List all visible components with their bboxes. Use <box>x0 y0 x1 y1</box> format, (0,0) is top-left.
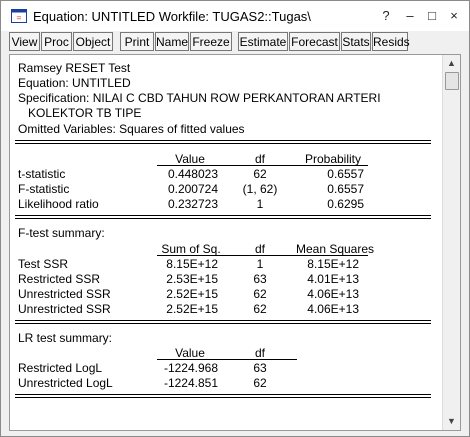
equation-name: Equation: UNTITLED <box>18 76 131 90</box>
maximize-button[interactable]: □ <box>423 6 441 26</box>
proc-button[interactable]: Proc <box>41 32 72 51</box>
cell-df: (1, 62) <box>242 182 278 196</box>
vertical-scrollbar[interactable]: ▲ ▼ <box>442 55 460 430</box>
cell-value: -1224.851 <box>163 376 218 390</box>
cell-probability: 0.6295 <box>327 197 364 211</box>
col-header-sum-sq: Sum of Sq. <box>161 242 221 256</box>
separator <box>15 394 431 398</box>
row-label: Test SSR <box>18 257 69 271</box>
lrtest-title: LR test summary: <box>18 331 113 345</box>
cell-mean-squares: 4.06E+13 <box>307 287 359 301</box>
cell-sum-sq: 2.52E+15 <box>166 287 218 301</box>
header-underline <box>157 359 297 360</box>
header-underline <box>157 165 368 166</box>
omitted-variables: Omitted Variables: Squares of fitted val… <box>18 122 245 136</box>
cell-value: 0.232723 <box>167 197 218 211</box>
resids-button[interactable]: Resids <box>372 32 410 51</box>
col-header-df: df <box>254 152 265 166</box>
freeze-button[interactable]: Freeze <box>190 32 232 51</box>
object-button[interactable]: Object <box>73 32 113 51</box>
scroll-up-arrow-icon[interactable]: ▲ <box>444 56 459 71</box>
specification-line: Specification: NILAI C CBD TAHUN ROW PER… <box>18 91 381 105</box>
cell-mean-squares: 8.15E+12 <box>307 257 359 271</box>
minimize-button[interactable]: – <box>401 6 419 26</box>
col-header-df: df <box>254 242 265 256</box>
cell-df: 62 <box>253 376 267 390</box>
col-header-df: df <box>254 346 265 360</box>
cell-value: 0.448023 <box>167 167 218 181</box>
col-header-probability: Probability <box>304 152 362 166</box>
header-underline <box>157 255 368 256</box>
cell-df: 63 <box>253 361 267 375</box>
cell-mean-squares: 4.01E+13 <box>307 272 359 286</box>
scroll-down-arrow-icon[interactable]: ▼ <box>444 414 459 429</box>
cell-probability: 0.6557 <box>327 182 364 196</box>
cell-sum-sq: 8.15E+12 <box>166 257 218 271</box>
cell-df: 1 <box>256 197 264 211</box>
specification-continuation: KOLEKTOR TB TIPE <box>28 106 142 120</box>
cell-df: 63 <box>253 272 267 286</box>
ftest-title: F-test summary: <box>18 226 105 240</box>
view-button[interactable]: View <box>9 32 40 51</box>
cell-df: 62 <box>253 302 267 316</box>
row-label: Restricted LogL <box>18 361 103 375</box>
svg-text:=: = <box>16 13 21 23</box>
row-label: Unrestricted LogL <box>18 376 113 390</box>
equation-window: = Equation: UNTITLED Workfile: TUGAS2::T… <box>0 0 470 437</box>
row-label: Likelihood ratio <box>18 197 99 211</box>
help-button[interactable]: ? <box>377 6 395 26</box>
cell-df: 62 <box>253 287 267 301</box>
cell-df: 62 <box>253 167 267 181</box>
stats-button[interactable]: Stats <box>341 32 371 51</box>
cell-mean-squares: 4.06E+13 <box>307 302 359 316</box>
col-header-value: Value <box>175 346 205 360</box>
title-bar[interactable]: = Equation: UNTITLED Workfile: TUGAS2::T… <box>1 1 469 31</box>
separator <box>15 320 431 324</box>
row-label: t-statistic <box>18 167 66 181</box>
row-label: F-statistic <box>18 182 70 196</box>
scroll-thumb[interactable] <box>445 72 459 90</box>
row-label: Unrestricted SSR <box>18 302 111 316</box>
cell-sum-sq: 2.52E+15 <box>166 302 218 316</box>
cell-df: 1 <box>256 257 264 271</box>
name-button[interactable]: Name <box>155 32 189 51</box>
cell-sum-sq: 2.53E+15 <box>166 272 218 286</box>
output-pane: Ramsey RESET Test Equation: UNTITLED Spe… <box>9 54 461 431</box>
forecast-button[interactable]: Forecast <box>289 32 340 51</box>
cell-value: -1224.968 <box>163 361 218 375</box>
close-button[interactable]: × <box>445 6 463 26</box>
separator <box>15 215 431 219</box>
row-label: Unrestricted SSR <box>18 287 111 301</box>
cell-probability: 0.6557 <box>327 167 364 181</box>
separator <box>15 140 431 144</box>
col-header-value: Value <box>175 152 205 166</box>
col-header-mean-squares: Mean Squares <box>295 242 375 256</box>
equation-icon: = <box>11 9 27 23</box>
print-button[interactable]: Print <box>120 32 154 51</box>
test-heading: Ramsey RESET Test <box>18 61 131 75</box>
row-label: Restricted SSR <box>18 272 101 286</box>
window-title: Equation: UNTITLED Workfile: TUGAS2::Tug… <box>33 9 311 24</box>
estimate-button[interactable]: Estimate <box>238 32 288 51</box>
cell-value: 0.200724 <box>167 182 218 196</box>
